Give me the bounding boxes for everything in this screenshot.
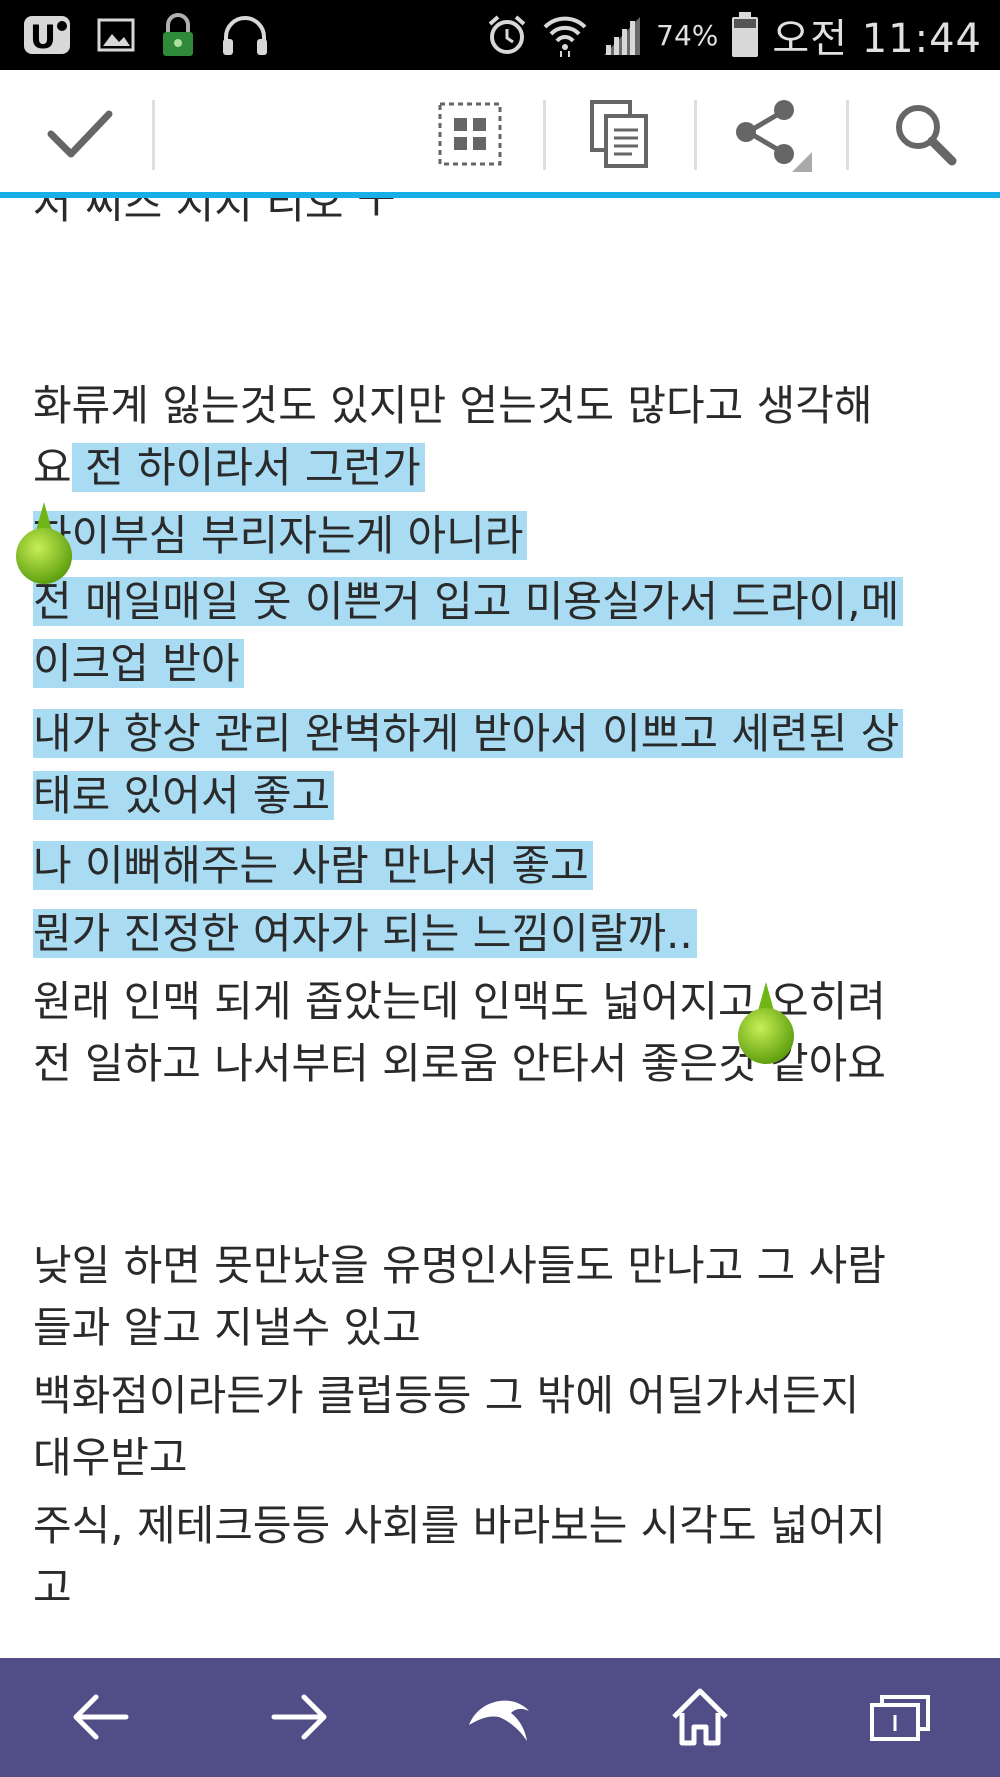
tabs-icon xyxy=(870,1695,930,1741)
text-line: 내가 항상 관리 완벽하게 받아서 이쁘고 세련된 상 xyxy=(33,706,904,762)
wifi-icon xyxy=(542,10,588,60)
text-line: 요 전 하이라서 그런가 xyxy=(33,440,425,496)
svg-text:U: U xyxy=(30,18,56,56)
done-button[interactable] xyxy=(30,84,130,184)
search-icon xyxy=(896,105,957,166)
text-line: 전 매일매일 옷 이쁜거 입고 미용실가서 드라이,메 xyxy=(33,574,904,630)
dolphin-icon xyxy=(469,1700,529,1741)
selection-start-handle[interactable] xyxy=(14,498,74,588)
lock-icon xyxy=(158,10,198,60)
text-line: 나 이뻐해주는 사람 만나서 좋고 xyxy=(33,838,593,894)
divider xyxy=(846,100,849,170)
forward-button[interactable] xyxy=(240,1672,360,1762)
select-all-icon xyxy=(438,102,502,166)
battery-icon xyxy=(730,10,760,60)
clock: 오전 11:44 xyxy=(772,16,982,62)
system-status: 74% 오전 11:44 xyxy=(484,8,982,62)
text-line: 들과 알고 지낼수 있고 xyxy=(33,1303,421,1352)
text-line: 뭔가 진정한 여자가 되는 느낌이랄까.. xyxy=(33,906,697,962)
selected-text: 전 매일매일 옷 이쁜거 입고 미용실가서 드라이,메 xyxy=(33,577,904,626)
selected-text: 전 하이라서 그런가 xyxy=(71,443,425,492)
headset-icon xyxy=(220,10,270,60)
text-line: 백화점이라든가 클럽등등 그 밖에 어딜가서든지 xyxy=(33,1371,860,1420)
battery-percent: 74% xyxy=(656,18,719,52)
home-icon xyxy=(672,1688,728,1746)
divider xyxy=(543,100,546,170)
selected-text: 하이부심 부리자는게 아니라 xyxy=(33,511,528,560)
share-button[interactable] xyxy=(722,84,822,184)
notification-icons: U xyxy=(22,10,270,60)
check-icon xyxy=(47,110,113,158)
divider xyxy=(152,100,155,170)
home-button[interactable] xyxy=(640,1672,760,1762)
partial-text-line: 저 씨즈 지지 리오 ㅜ xyxy=(33,198,396,228)
text-line: 화류계 잃는것도 있지만 얻는것도 많다고 생각해 xyxy=(33,381,873,430)
back-arrow-icon xyxy=(73,1694,129,1740)
selected-text: 이크업 받아 xyxy=(33,639,244,688)
browser-bottom-bar xyxy=(0,1658,1000,1777)
alarm-icon xyxy=(484,10,530,60)
share-icon xyxy=(736,100,812,172)
status-bar: U 74% 오전 11:44 xyxy=(0,0,1000,70)
search-button[interactable] xyxy=(870,84,980,184)
text-line: 낮일 하면 못만났을 유명인사들도 만나고 그 사람 xyxy=(33,1241,886,1290)
divider xyxy=(694,100,697,170)
selected-text: 내가 항상 관리 완벽하게 받아서 이쁘고 세련된 상 xyxy=(33,709,904,758)
selection-end-handle[interactable] xyxy=(736,978,796,1068)
selected-text: 태로 있어서 좋고 xyxy=(33,771,335,820)
dolphin-menu-button[interactable] xyxy=(440,1672,560,1762)
text-line: 대우받고 xyxy=(33,1433,188,1482)
uplus-icon: U xyxy=(22,10,74,60)
signal-icon xyxy=(600,10,644,60)
text-line: 태로 있어서 좋고 xyxy=(33,768,335,824)
text-line: 이크업 받아 xyxy=(33,636,244,692)
gallery-icon xyxy=(96,10,136,60)
forward-arrow-icon xyxy=(271,1694,327,1740)
selected-text: 나 이뻐해주는 사람 만나서 좋고 xyxy=(33,841,593,890)
text-line: 주식, 제테크등등 사회를 바라보는 시각도 넓어지 xyxy=(33,1501,886,1550)
text-line: 고 xyxy=(33,1563,72,1612)
select-all-button[interactable] xyxy=(420,84,520,184)
tabs-button[interactable] xyxy=(840,1672,960,1762)
text-line: 하이부심 부리자는게 아니라 xyxy=(33,508,528,564)
back-button[interactable] xyxy=(40,1672,160,1762)
text-selection-action-bar xyxy=(0,70,1000,198)
web-page-content[interactable]: 저 씨즈 지지 리오 ㅜ 화류계 잃는것도 있지만 얻는것도 많다고 생각해 요… xyxy=(0,198,1000,1658)
copy-icon xyxy=(590,100,648,168)
copy-button[interactable] xyxy=(570,84,670,184)
selected-text: 뭔가 진정한 여자가 되는 느낌이랄까.. xyxy=(33,909,697,958)
